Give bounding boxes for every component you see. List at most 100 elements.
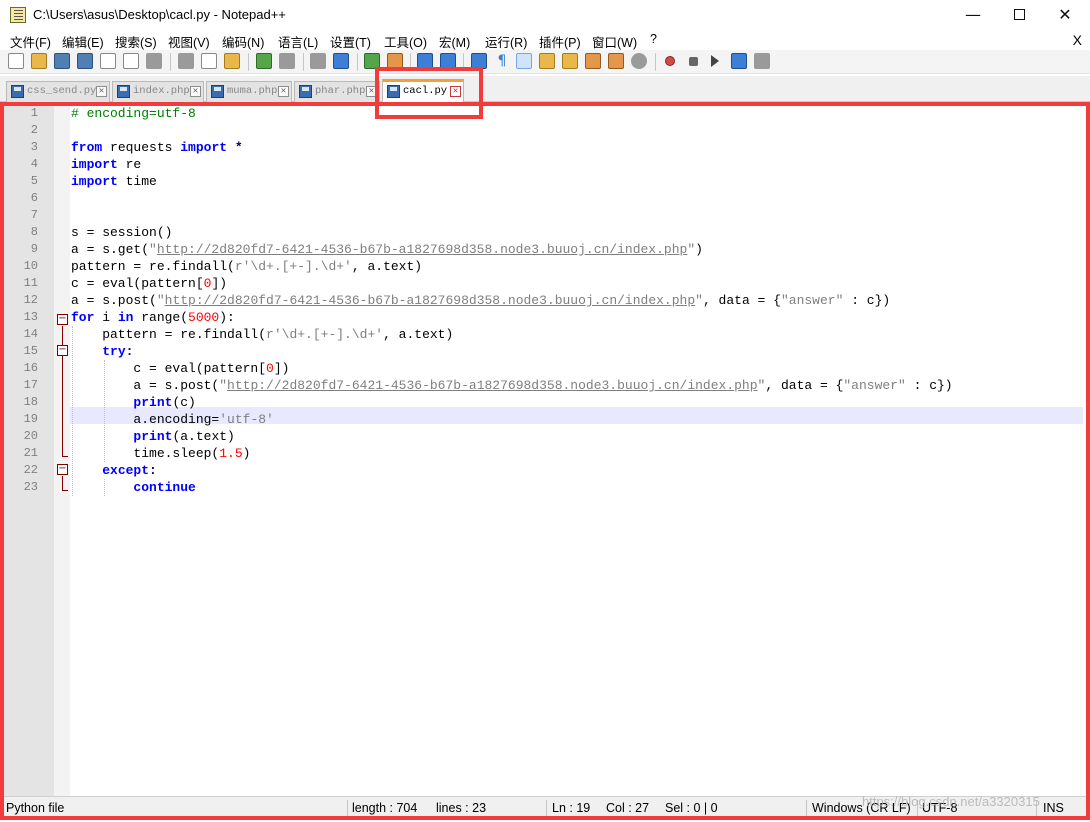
menu-view[interactable]: 视图(V) [168,32,210,51]
zoom-in-icon[interactable] [364,53,380,69]
save-macro-icon[interactable] [754,53,770,69]
menu-settings[interactable]: 设置(T) [330,32,371,51]
minimize-button[interactable]: — [950,0,996,30]
line-number: 2 [30,123,38,137]
code-text: re [117,157,142,172]
close-all-icon[interactable] [123,53,139,69]
close-document-button[interactable]: X [1073,32,1082,48]
menu-run[interactable]: 运行(R) [485,32,527,51]
code-text: a = s.get( [71,242,150,257]
menu-encoding[interactable]: 编码(N) [222,32,264,51]
menu-tools[interactable]: 工具(O) [384,32,427,51]
indent-guide-icon[interactable] [516,53,532,69]
tab-cacl-py[interactable]: cacl.py ✕ [382,79,464,102]
title-bar: C:\Users\asus\Desktop\cacl.py - Notepad+… [0,0,1090,30]
copy-icon[interactable] [201,53,217,69]
tab-close-icon[interactable]: ✕ [450,86,461,97]
tab-css-send[interactable]: css_send.py ✕ [6,81,110,102]
line-number: 9 [30,242,38,256]
menu-help[interactable]: ? [650,32,657,46]
menu-file[interactable]: 文件(F) [10,32,51,51]
save-icon[interactable] [54,53,70,69]
code-text: range( [133,310,189,325]
tab-close-icon[interactable]: ✕ [190,86,201,97]
line-number: 12 [23,293,38,307]
menu-plugins[interactable]: 插件(P) [539,32,581,51]
menu-language[interactable]: 语言(L) [278,32,318,51]
window-title: C:\Users\asus\Desktop\cacl.py - Notepad+… [33,7,286,22]
menu-macro[interactable]: 宏(M) [439,32,470,51]
tab-close-icon[interactable]: ✕ [366,86,377,97]
function-list-icon[interactable] [585,53,601,69]
new-file-icon[interactable] [8,53,24,69]
line-number: 5 [30,174,38,188]
monitoring-eye-icon[interactable] [631,53,647,69]
folder-workspace-icon[interactable] [608,53,624,69]
record-macro-icon[interactable] [665,56,675,66]
code-editor[interactable]: − − − 1 # encoding=utf-8 2 3 from requests… [0,102,1090,796]
code-line: 18 print(c) [0,394,1090,411]
document-map-icon[interactable] [562,53,578,69]
close-file-icon[interactable] [100,53,116,69]
status-separator [546,800,547,817]
code-text: ]) [211,276,228,291]
sync-horizontal-icon[interactable] [440,53,456,69]
tab-label: index.php [133,85,190,97]
tab-muma-php[interactable]: muma.php ✕ [206,81,292,102]
cut-icon[interactable] [178,53,194,69]
replace-icon[interactable] [333,53,349,69]
code-line: 7 [0,207,1090,224]
redo-icon[interactable] [279,53,295,69]
playback-macro-icon[interactable] [711,55,719,67]
code-line: 21 time.sleep(1.5) [0,445,1090,462]
menu-edit[interactable]: 编辑(E) [62,32,104,51]
undo-icon[interactable] [256,53,272,69]
toolbar-separator [463,53,464,71]
tab-index-php[interactable]: index.php ✕ [112,81,204,102]
code-text: : c}) [843,293,891,308]
url-string[interactable]: http://2d820fd7-6421-4536-b67b-a1827698d… [165,293,696,308]
run-macro-multiple-icon[interactable] [731,53,747,69]
print-icon[interactable] [146,53,162,69]
save-all-icon[interactable] [77,53,93,69]
tab-close-icon[interactable]: ✕ [96,86,107,97]
tab-phar-php[interactable]: phar.php ✕ [294,81,380,102]
paste-icon[interactable] [224,53,240,69]
code-line: 10 pattern = re.findall(r'\d+.[+-].\d+', … [0,258,1090,275]
show-all-characters-icon[interactable]: ¶ [494,53,510,69]
code-text: (c) [172,395,196,410]
menu-window[interactable]: 窗口(W) [592,32,637,51]
open-file-icon[interactable] [31,53,47,69]
code-line: 2 [0,122,1090,139]
code-line: 14 pattern = re.findall(r'\d+.[+-].\d+',… [0,326,1090,343]
code-text: , data = { [702,293,781,308]
code-line: 6 [0,190,1090,207]
tab-close-icon[interactable]: ✕ [278,86,289,97]
sync-vertical-icon[interactable] [417,53,433,69]
word-wrap-icon[interactable] [471,53,487,69]
url-string[interactable]: http://2d820fd7-6421-4536-b67b-a1827698d… [227,378,758,393]
code-text: requests [102,140,181,155]
string: " [156,293,165,308]
udl-icon[interactable] [539,53,555,69]
code-text: pattern = re.findall( [71,327,267,342]
line-number: 11 [23,276,38,290]
code-line: 5 import time [0,173,1090,190]
line-number: 14 [23,327,38,341]
status-file-type: Python file [6,801,65,815]
operator: : [125,344,134,359]
stop-recording-icon[interactable] [689,57,698,66]
close-window-button[interactable]: ✕ [1042,0,1088,30]
code-text: c = eval(pattern[ [71,276,204,291]
maximize-button[interactable] [996,0,1042,30]
code-line: 4 import re [0,156,1090,173]
maximize-icon [1013,8,1025,20]
code-text: ): [219,310,235,325]
menu-search[interactable]: 搜索(S) [115,32,157,51]
string: " [695,293,703,308]
zoom-out-icon[interactable] [387,53,403,69]
url-string[interactable]: http://2d820fd7-6421-4536-b67b-a1827698d… [157,242,688,257]
code-line: 22 except: [0,462,1090,479]
status-insert-mode[interactable]: INS [1043,801,1064,815]
find-icon[interactable] [310,53,326,69]
